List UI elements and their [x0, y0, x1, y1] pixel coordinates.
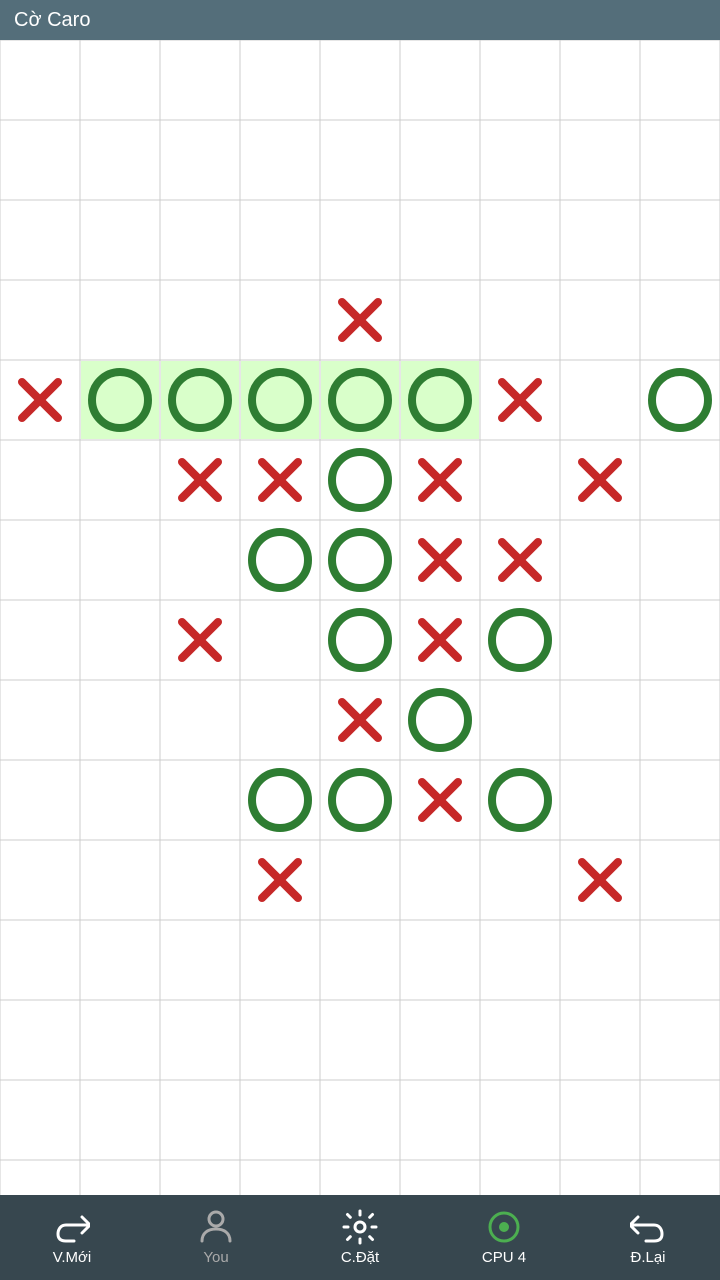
grid-svg: [0, 40, 720, 1195]
redo-icon: [54, 1209, 90, 1245]
undo-button[interactable]: Đ.Lại: [576, 1195, 720, 1280]
you-button[interactable]: You: [144, 1195, 288, 1280]
cpu-label: CPU 4: [482, 1249, 526, 1266]
undo-label: Đ.Lại: [630, 1249, 665, 1266]
person-icon: [198, 1209, 234, 1245]
settings-button[interactable]: C.Đặt: [288, 1195, 432, 1280]
you-label: You: [203, 1249, 228, 1266]
settings-label: C.Đặt: [341, 1249, 379, 1266]
cpu-button[interactable]: CPU 4: [432, 1195, 576, 1280]
bottom-bar: V.Mới You C.Đặt CPU 4 Đ.Lại: [0, 1195, 720, 1280]
undo-icon: [630, 1209, 666, 1245]
new-game-button[interactable]: V.Mới: [0, 1195, 144, 1280]
gear-icon: [342, 1209, 378, 1245]
game-board[interactable]: [0, 40, 720, 1195]
grid-lines: [0, 40, 720, 1195]
app-title: Cờ Caro: [14, 9, 90, 32]
new-game-label: V.Mới: [53, 1249, 91, 1266]
cpu-circle-icon: [486, 1209, 522, 1245]
title-bar: Cờ Caro: [0, 0, 720, 40]
